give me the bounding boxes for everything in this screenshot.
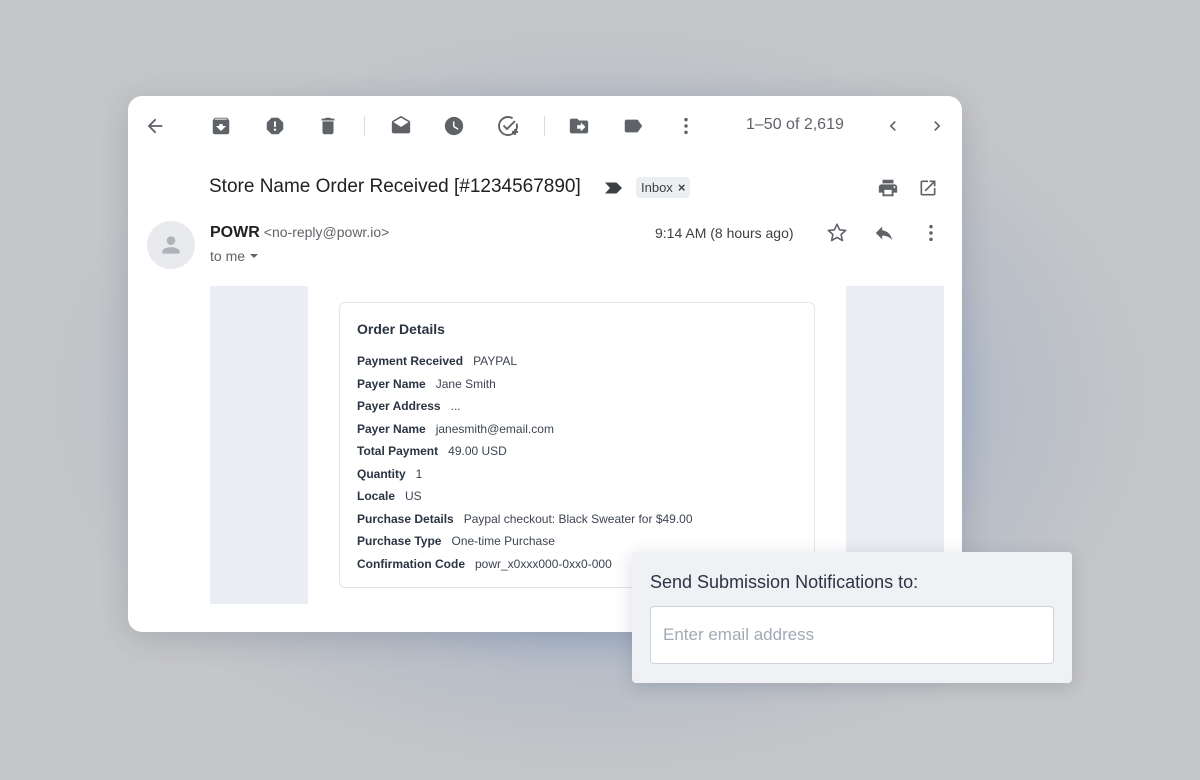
order-detail-value: 1 <box>415 466 423 481</box>
order-detail-row: Payer Address... <box>357 399 693 422</box>
mark-unread-icon[interactable] <box>388 113 414 139</box>
order-detail-value: US <box>405 489 422 503</box>
chevron-right-icon[interactable] <box>924 113 950 139</box>
order-detail-value: powr_x0xxx000-0xx0-000 <box>475 556 612 571</box>
more-vert-icon[interactable] <box>918 220 944 246</box>
order-detail-row: Payer Name janesmith@email.com <box>357 422 693 445</box>
inbox-label-chip[interactable]: Inbox × <box>636 177 691 198</box>
order-detail-value: 49.00 USD <box>448 444 507 458</box>
sender-name[interactable]: POWR <box>210 224 260 241</box>
reply-icon[interactable] <box>871 220 897 246</box>
order-detail-value: Jane Smith <box>435 376 496 391</box>
order-detail-key: Purchase Details <box>357 511 454 526</box>
important-marker-icon[interactable] <box>604 180 624 201</box>
delete-icon[interactable] <box>315 113 341 139</box>
snooze-icon[interactable] <box>441 113 467 139</box>
pagination-text: 1–50 of 2,619 <box>746 116 844 133</box>
order-detail-key: Quantity <box>357 466 406 481</box>
person-icon <box>162 236 180 254</box>
order-detail-value: One-time Purchase <box>451 534 555 548</box>
toolbar-divider <box>364 116 365 136</box>
notifications-title: Send Submission Notifications to: <box>650 572 919 592</box>
order-detail-key: Locale <box>357 489 396 503</box>
back-arrow-icon[interactable] <box>142 113 168 139</box>
email-subject: Store Name Order Received [#1234567890] <box>209 176 581 197</box>
order-detail-row: Purchase Details Paypal checkout: Black S… <box>357 512 693 535</box>
email-address-input[interactable] <box>650 606 1054 664</box>
inbox-label-text: Inbox <box>641 180 673 195</box>
recipient-text: to me <box>210 248 246 264</box>
open-in-new-icon[interactable] <box>916 176 940 200</box>
print-icon[interactable] <box>876 176 900 200</box>
remove-label-icon[interactable]: × <box>678 180 686 195</box>
caret-down-icon <box>250 254 259 258</box>
recipient-details[interactable]: to me <box>210 248 259 264</box>
submission-notifications-panel: Send Submission Notifications to: <box>632 552 1072 683</box>
order-details-list: Payment Received PAYPAL Payer Name Jane Smi… <box>357 354 693 579</box>
order-detail-row: Locale US <box>357 489 693 512</box>
order-detail-key: Payment Received <box>357 354 464 368</box>
sender-line: POWR <no-reply@powr.io> <box>210 224 389 242</box>
order-details-card: Order Details Payment Received PAYPAL Paye… <box>339 302 815 588</box>
order-detail-key: Confirmation Code <box>357 556 465 571</box>
add-task-icon[interactable] <box>495 113 521 139</box>
order-detail-value: janesmith@email.com <box>435 421 554 436</box>
more-vert-icon[interactable] <box>673 113 699 139</box>
star-icon[interactable] <box>824 220 850 246</box>
order-details-title: Order Details <box>357 321 445 337</box>
order-detail-key: Payer Name <box>357 421 426 436</box>
order-detail-key: Payer Name <box>357 376 426 391</box>
sender-email: <no-reply@powr.io> <box>263 224 390 240</box>
order-detail-row: Payment Received PAYPAL <box>357 354 693 377</box>
order-detail-key: Purchase Type <box>357 534 442 548</box>
move-to-icon[interactable] <box>566 113 592 139</box>
label-icon[interactable] <box>620 113 646 139</box>
avatar[interactable] <box>147 221 195 269</box>
order-detail-row: Quantity 1 <box>357 467 693 490</box>
order-detail-value: ... <box>450 399 461 413</box>
order-detail-value: Paypal checkout: Black Sweater for $49.0… <box>463 511 693 526</box>
archive-icon[interactable] <box>208 113 234 139</box>
chevron-left-icon[interactable] <box>880 113 906 139</box>
order-detail-row: Total Payment 49.00 USD <box>357 444 693 467</box>
order-detail-value: PAYPAL <box>473 354 518 368</box>
received-time: 9:14 AM (8 hours ago) <box>655 225 794 241</box>
report-spam-icon[interactable] <box>262 113 288 139</box>
order-detail-key: Payer Address <box>357 399 441 413</box>
order-detail-row: Payer Name Jane Smith <box>357 377 693 400</box>
toolbar-divider <box>544 116 545 136</box>
order-detail-key: Total Payment <box>357 444 439 458</box>
email-body-side-panel <box>210 286 308 604</box>
